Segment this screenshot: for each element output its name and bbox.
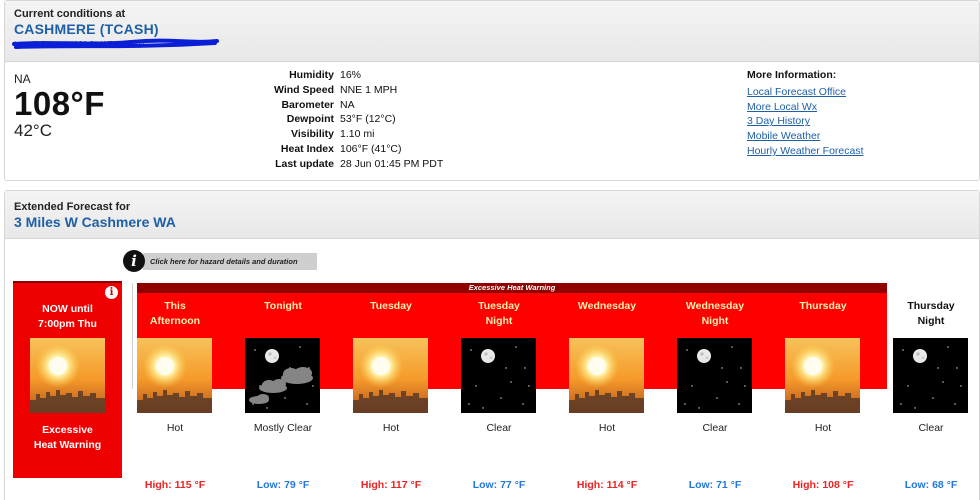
period-temperature: High: 115 °F [144, 479, 206, 491]
period-temperature: Low: 71 °F [688, 479, 742, 491]
period-description: Mostly Clear [253, 422, 313, 434]
period-description: Clear [702, 422, 728, 434]
now-warning-line2: Heat Warning [33, 439, 102, 451]
period-name: Thursday Night [877, 296, 980, 332]
period-name-line1: Thursday [799, 300, 847, 312]
hot-sun-image [137, 338, 212, 413]
now-title: NOW until 7:00pm Thu [13, 302, 122, 332]
now-warning-box[interactable]: i NOW until 7:00pm Thu Excessive Heat Wa… [13, 283, 122, 478]
detail-row: Wind Speed NNE 1 MPH [240, 83, 443, 100]
moon-clouds-image [245, 338, 320, 413]
detail-label: Dewpoint [286, 113, 334, 126]
period-name-line2: Afternoon [149, 315, 201, 327]
period-description: Clear [486, 422, 512, 434]
extended-forecast-label: Extended Forecast for [14, 201, 131, 213]
hot-sun-image [353, 338, 428, 413]
period-description: Clear [918, 422, 944, 434]
hot-sun-image [785, 338, 860, 413]
detail-row: Heat Index 106°F (41°C) [240, 142, 443, 159]
now-title-line2: 7:00pm Thu [38, 318, 97, 330]
detail-row: Humidity 16% [240, 69, 443, 85]
period-temperature: High: 108 °F [792, 479, 854, 491]
period-temperature: High: 114 °F [576, 479, 638, 491]
current-conditions-label: Current conditions at [14, 8, 126, 20]
current-condition-text: NA [14, 72, 31, 86]
more-information-title: More Information: [747, 69, 837, 81]
current-temp-f: 108°F [14, 85, 105, 122]
moon-clear-image [893, 338, 968, 413]
detail-value: NNE 1 MPH [340, 83, 398, 96]
detail-value: 106°F (41°C) [340, 142, 402, 155]
heat-warning-band[interactable]: Excessive Heat Warning [137, 283, 887, 293]
detail-label: Barometer [281, 98, 334, 111]
period-name: Tonight [229, 296, 337, 332]
detail-row: Barometer NA [240, 98, 443, 115]
period-description: Hot [598, 422, 616, 434]
period-name-line2: Night [917, 315, 945, 327]
period-name-line1: This [164, 300, 186, 312]
now-warning-line1: Excessive [42, 424, 93, 436]
more-info-link[interactable]: Local Forecast Office [747, 85, 864, 100]
period-name: This Afternoon [121, 296, 229, 332]
period-description: Hot [814, 422, 832, 434]
period-name-line1: Tonight [264, 300, 302, 312]
more-information: More Information: Local Forecast Office M… [747, 69, 864, 159]
hot-sun-image [569, 338, 644, 413]
more-info-link[interactable]: 3 Day History [747, 114, 864, 129]
period-name: Wednesday Night [661, 296, 769, 332]
moon-clear-image [461, 338, 536, 413]
current-conditions-header: Current conditions at CASHMERE (TCASH) L… [5, 1, 979, 62]
extended-forecast-header: Extended Forecast for 3 Miles W Cashmere… [5, 191, 979, 239]
now-title-line1: NOW until [42, 303, 93, 315]
redaction-scribble [12, 38, 219, 49]
detail-row: Visibility 1.10 mi [240, 128, 443, 144]
period-name: Tuesday [337, 296, 445, 332]
period-name-line2: Night [485, 315, 513, 327]
more-info-link[interactable]: Hourly Weather Forecast [747, 144, 864, 159]
detail-label: Last update [275, 157, 334, 170]
now-warning-text: Excessive Heat Warning [13, 423, 122, 453]
period-name: Tuesday Night [445, 296, 553, 332]
period-temperature: Low: 77 °F [472, 479, 526, 491]
detail-row: Dewpoint 53°F (12°C) [240, 114, 443, 129]
period-description: Hot [166, 422, 184, 434]
period-name-line1: Tuesday [478, 300, 520, 312]
info-icon[interactable]: i [105, 286, 118, 299]
current-details-table: Humidity 16% Wind Speed NNE 1 MPH Barometer N… [240, 69, 444, 174]
detail-value: 1.10 mi [340, 128, 375, 141]
detail-value: 28 Jun 01:45 PM PDT [340, 157, 444, 170]
detail-value: 53°F (12°C) [340, 113, 396, 126]
detail-row: Last update 28 Jun 01:45 PM PDT [240, 157, 444, 174]
period-name-line1: Thursday [907, 300, 955, 312]
period-name-line1: Wednesday [685, 300, 745, 312]
info-icon[interactable]: i [123, 250, 145, 272]
current-temp-c: 42°C [14, 121, 52, 140]
more-info-link[interactable]: Mobile Weather [747, 129, 864, 144]
period-temperature: High: 117 °F [360, 479, 422, 491]
forecast-location: 3 Miles W Cashmere WA [14, 214, 176, 230]
detail-label: Visibility [291, 128, 334, 141]
hazard-tip-label: Click here for hazard details and durati… [143, 253, 317, 270]
more-info-link[interactable]: More Local Wx [747, 100, 864, 115]
period-description: Hot [382, 422, 400, 434]
moon-clear-image [677, 338, 752, 413]
detail-value: 16% [340, 69, 362, 81]
detail-value: NA [340, 98, 355, 111]
period-name: Wednesday [553, 296, 661, 332]
period-name-line2: Night [701, 315, 729, 327]
hot-sun-image [30, 338, 105, 413]
period-temperature: Low: 68 °F [904, 479, 958, 491]
period-name: Thursday [769, 296, 877, 332]
detail-label: Humidity [289, 69, 334, 81]
detail-label: Wind Speed [274, 83, 334, 96]
period-name-line1: Tuesday [370, 300, 412, 312]
period-name-line1: Wednesday [577, 300, 637, 312]
period-temperature: Low: 79 °F [256, 479, 310, 491]
current-conditions-panel: Current conditions at CASHMERE (TCASH) L… [4, 0, 980, 181]
detail-label: Heat Index [280, 142, 334, 155]
